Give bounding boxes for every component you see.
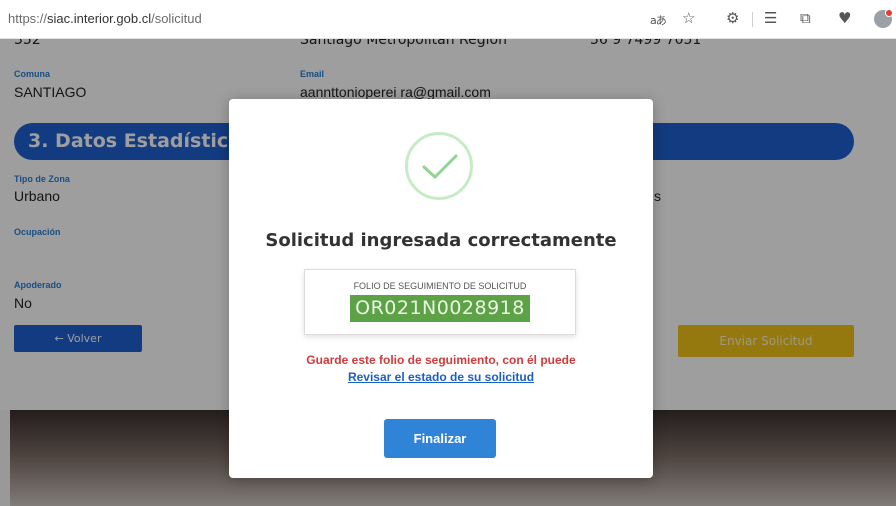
tracking-folio-box: FOLIO DE SEGUIMIENTO DE SOLICITUD OR021N…	[304, 269, 576, 335]
finish-button[interactable]: Finalizar	[384, 419, 496, 458]
browser-essentials-icon[interactable]: ♥	[838, 9, 851, 27]
extensions-icon[interactable]: ⚙	[726, 9, 739, 27]
notification-dot	[885, 9, 893, 17]
favorite-star-icon[interactable]: ☆	[682, 9, 695, 27]
collections-icon[interactable]: ⧉	[800, 9, 811, 27]
folio-number: OR021N0028918	[350, 295, 530, 322]
address-bar[interactable]: https://siac.interior.gob.cl/solicitud	[8, 11, 202, 26]
save-folio-warning: Guarde este folio de seguimiento, con él…	[306, 353, 576, 367]
toolbar-divider	[752, 12, 753, 27]
checkmark-icon	[422, 154, 458, 179]
favorites-list-icon[interactable]: ☰	[764, 9, 777, 27]
check-status-link[interactable]: Revisar el estado de su solicitud	[229, 370, 653, 384]
success-check-icon	[405, 132, 473, 200]
profile-avatar-icon[interactable]	[874, 9, 893, 28]
folio-label: FOLIO DE SEGUIMIENTO DE SOLICITUD	[353, 281, 527, 291]
browser-toolbar: https://siac.interior.gob.cl/solicitud a…	[0, 0, 896, 39]
success-dialog: Solicitud ingresada correctamente FOLIO …	[229, 99, 653, 478]
url-host: siac.interior.gob.cl	[47, 11, 152, 26]
url-path: /solicitud	[151, 11, 202, 26]
read-aloud-icon[interactable]: aあ	[650, 12, 667, 30]
dialog-title: Solicitud ingresada correctamente	[265, 230, 617, 251]
url-scheme: https://	[8, 11, 48, 26]
